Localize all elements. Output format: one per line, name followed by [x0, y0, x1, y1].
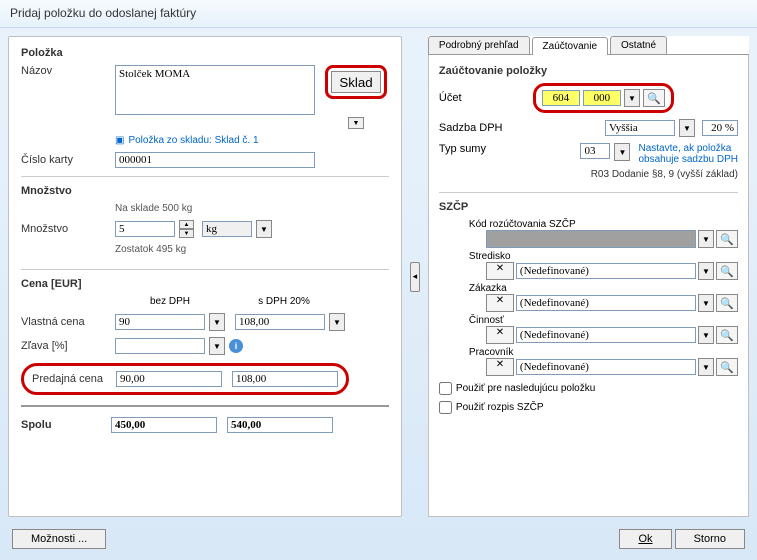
predaj-bez-input[interactable]	[116, 371, 222, 387]
info-icon[interactable]: i	[229, 339, 243, 353]
pracovnik-dd[interactable]: ▼	[698, 358, 714, 376]
zlava-label: Zľava [%]	[21, 340, 111, 352]
spolu-bez	[111, 417, 217, 433]
cinnost-clear[interactable]: ✕	[486, 326, 514, 344]
nazov-label: Názov	[21, 65, 111, 77]
pracovnik-clear[interactable]: ✕	[486, 358, 514, 376]
unit-display	[202, 221, 252, 237]
ucet-lookup-icon[interactable]: 🔍	[643, 89, 665, 107]
vlastna-s-dd[interactable]: ▼	[329, 313, 345, 331]
vlastna-bez-input[interactable]	[115, 314, 205, 330]
kod-label: Kód rozúčtovania SZČP	[469, 219, 738, 230]
ucet-label: Účet	[439, 92, 529, 104]
polozka-legend: Položka	[21, 47, 389, 65]
zakazka-lookup-icon[interactable]: 🔍	[716, 294, 738, 312]
right-panel: Podrobný prehľad Zaúčtovanie Ostatné Zaú…	[428, 36, 749, 517]
unit-dropdown[interactable]: ▼	[256, 220, 272, 238]
na-sklade-text: Na sklade 500 kg	[115, 203, 192, 214]
chk2-label: Použiť rozpis SZČP	[456, 402, 544, 413]
chk1-label: Použiť pre nasledujúcu položku	[456, 383, 595, 394]
sadzba-pct	[702, 120, 738, 136]
cislo-label: Číslo karty	[21, 154, 111, 166]
pracovnik-select[interactable]	[516, 359, 696, 375]
sklad-link[interactable]: Položka zo skladu: Sklad č. 1	[128, 135, 258, 146]
chk-rozpis[interactable]	[439, 401, 452, 414]
typ-note2[interactable]: obsahuje sadzbu DPH	[638, 154, 738, 165]
stredisko-label: Stredisko	[469, 251, 738, 262]
vlastna-bez-dd[interactable]: ▼	[209, 313, 225, 331]
cislo-input[interactable]	[115, 152, 315, 168]
cena-legend: Cena [EUR]	[21, 278, 389, 296]
zlava-input[interactable]	[115, 338, 205, 354]
typ-note1[interactable]: Nastavte, ak položka	[638, 143, 738, 154]
sadzba-dd[interactable]: ▼	[679, 119, 695, 137]
left-panel: Položka Názov Stolček MOMA Sklad ▼ ▣ Pol…	[8, 36, 402, 517]
zakazka-label: Zákazka	[469, 283, 738, 294]
sklad-button[interactable]: Sklad	[331, 71, 381, 93]
ok-button[interactable]: Ok	[619, 529, 671, 549]
moznosti-button[interactable]: Možnosti ...	[12, 529, 106, 549]
stredisko-lookup-icon[interactable]: 🔍	[716, 262, 738, 280]
kod-input[interactable]	[486, 230, 696, 248]
tab-prehlad[interactable]: Podrobný prehľad	[428, 36, 530, 54]
kod-lookup-icon[interactable]: 🔍	[716, 230, 738, 248]
stredisko-dd[interactable]: ▼	[698, 262, 714, 280]
collapse-handle[interactable]: ◂	[410, 262, 420, 292]
cinnost-label: Činnosť	[469, 315, 738, 326]
tab-ostatne[interactable]: Ostatné	[610, 36, 667, 54]
titlebar: Pridaj položku do odoslanej faktúry	[0, 0, 757, 28]
zakazka-dd[interactable]: ▼	[698, 294, 714, 312]
predaj-label: Predajná cena	[32, 373, 116, 385]
pracovnik-label: Pracovník	[469, 347, 738, 358]
vlastna-s-input[interactable]	[235, 314, 325, 330]
typ-label: Typ sumy	[439, 143, 529, 155]
s-dph-header: s DPH 20%	[229, 296, 339, 307]
kod-dd[interactable]: ▼	[698, 230, 714, 248]
mnozstvo-input[interactable]	[115, 221, 175, 237]
typ-note3: R03 Dodanie §8, 9 (vyšší základ)	[439, 169, 738, 180]
pracovnik-lookup-icon[interactable]: 🔍	[716, 358, 738, 376]
spolu-s	[227, 417, 333, 433]
nazov-input[interactable]: Stolček MOMA	[115, 65, 315, 115]
mnozstvo-label: Množstvo	[21, 223, 111, 235]
predaj-s-input[interactable]	[232, 371, 338, 387]
ucet-b-input[interactable]	[583, 90, 621, 106]
stredisko-clear[interactable]: ✕	[486, 262, 514, 280]
ucet-dd[interactable]: ▼	[624, 89, 640, 107]
zauc-legend: Zaúčtovanie položky	[439, 65, 738, 83]
zlava-dd[interactable]: ▼	[209, 337, 225, 355]
mnozstvo-spinner[interactable]: ▲▼	[179, 220, 194, 238]
section-mnozstvo: Množstvo Na sklade 500 kg Množstvo ▲▼ ▼ …	[21, 176, 389, 261]
bez-dph-header: bez DPH	[115, 296, 225, 307]
zostatok-text: Zostatok 495 kg	[115, 244, 186, 255]
stredisko-select[interactable]	[516, 263, 696, 279]
typ-select[interactable]	[580, 143, 610, 159]
mnozstvo-legend: Množstvo	[21, 185, 389, 203]
sadzba-select[interactable]	[605, 120, 675, 136]
zakazka-select[interactable]	[516, 295, 696, 311]
szcp-legend: SZČP	[439, 201, 738, 219]
vlastna-label: Vlastná cena	[21, 316, 111, 328]
section-polozka: Položka Názov Stolček MOMA Sklad ▼ ▣ Pol…	[21, 47, 389, 168]
dropdown-toggle[interactable]: ▼	[348, 117, 364, 129]
window-title: Pridaj položku do odoslanej faktúry	[10, 6, 196, 20]
sadzba-label: Sadzba DPH	[439, 122, 529, 134]
cinnost-lookup-icon[interactable]: 🔍	[716, 326, 738, 344]
tab-zauctovanie[interactable]: Zaúčtovanie	[532, 37, 608, 55]
ucet-a-input[interactable]	[542, 90, 580, 106]
spolu-label: Spolu	[21, 419, 111, 431]
section-cena: Cena [EUR] bez DPH s DPH 20% Vlastná cen…	[21, 269, 389, 433]
zakazka-clear[interactable]: ✕	[486, 294, 514, 312]
cinnost-select[interactable]	[516, 327, 696, 343]
chk-nasledujuca[interactable]	[439, 382, 452, 395]
typ-dd[interactable]: ▼	[614, 143, 630, 161]
storno-button[interactable]: Storno	[675, 529, 745, 549]
cinnost-dd[interactable]: ▼	[698, 326, 714, 344]
